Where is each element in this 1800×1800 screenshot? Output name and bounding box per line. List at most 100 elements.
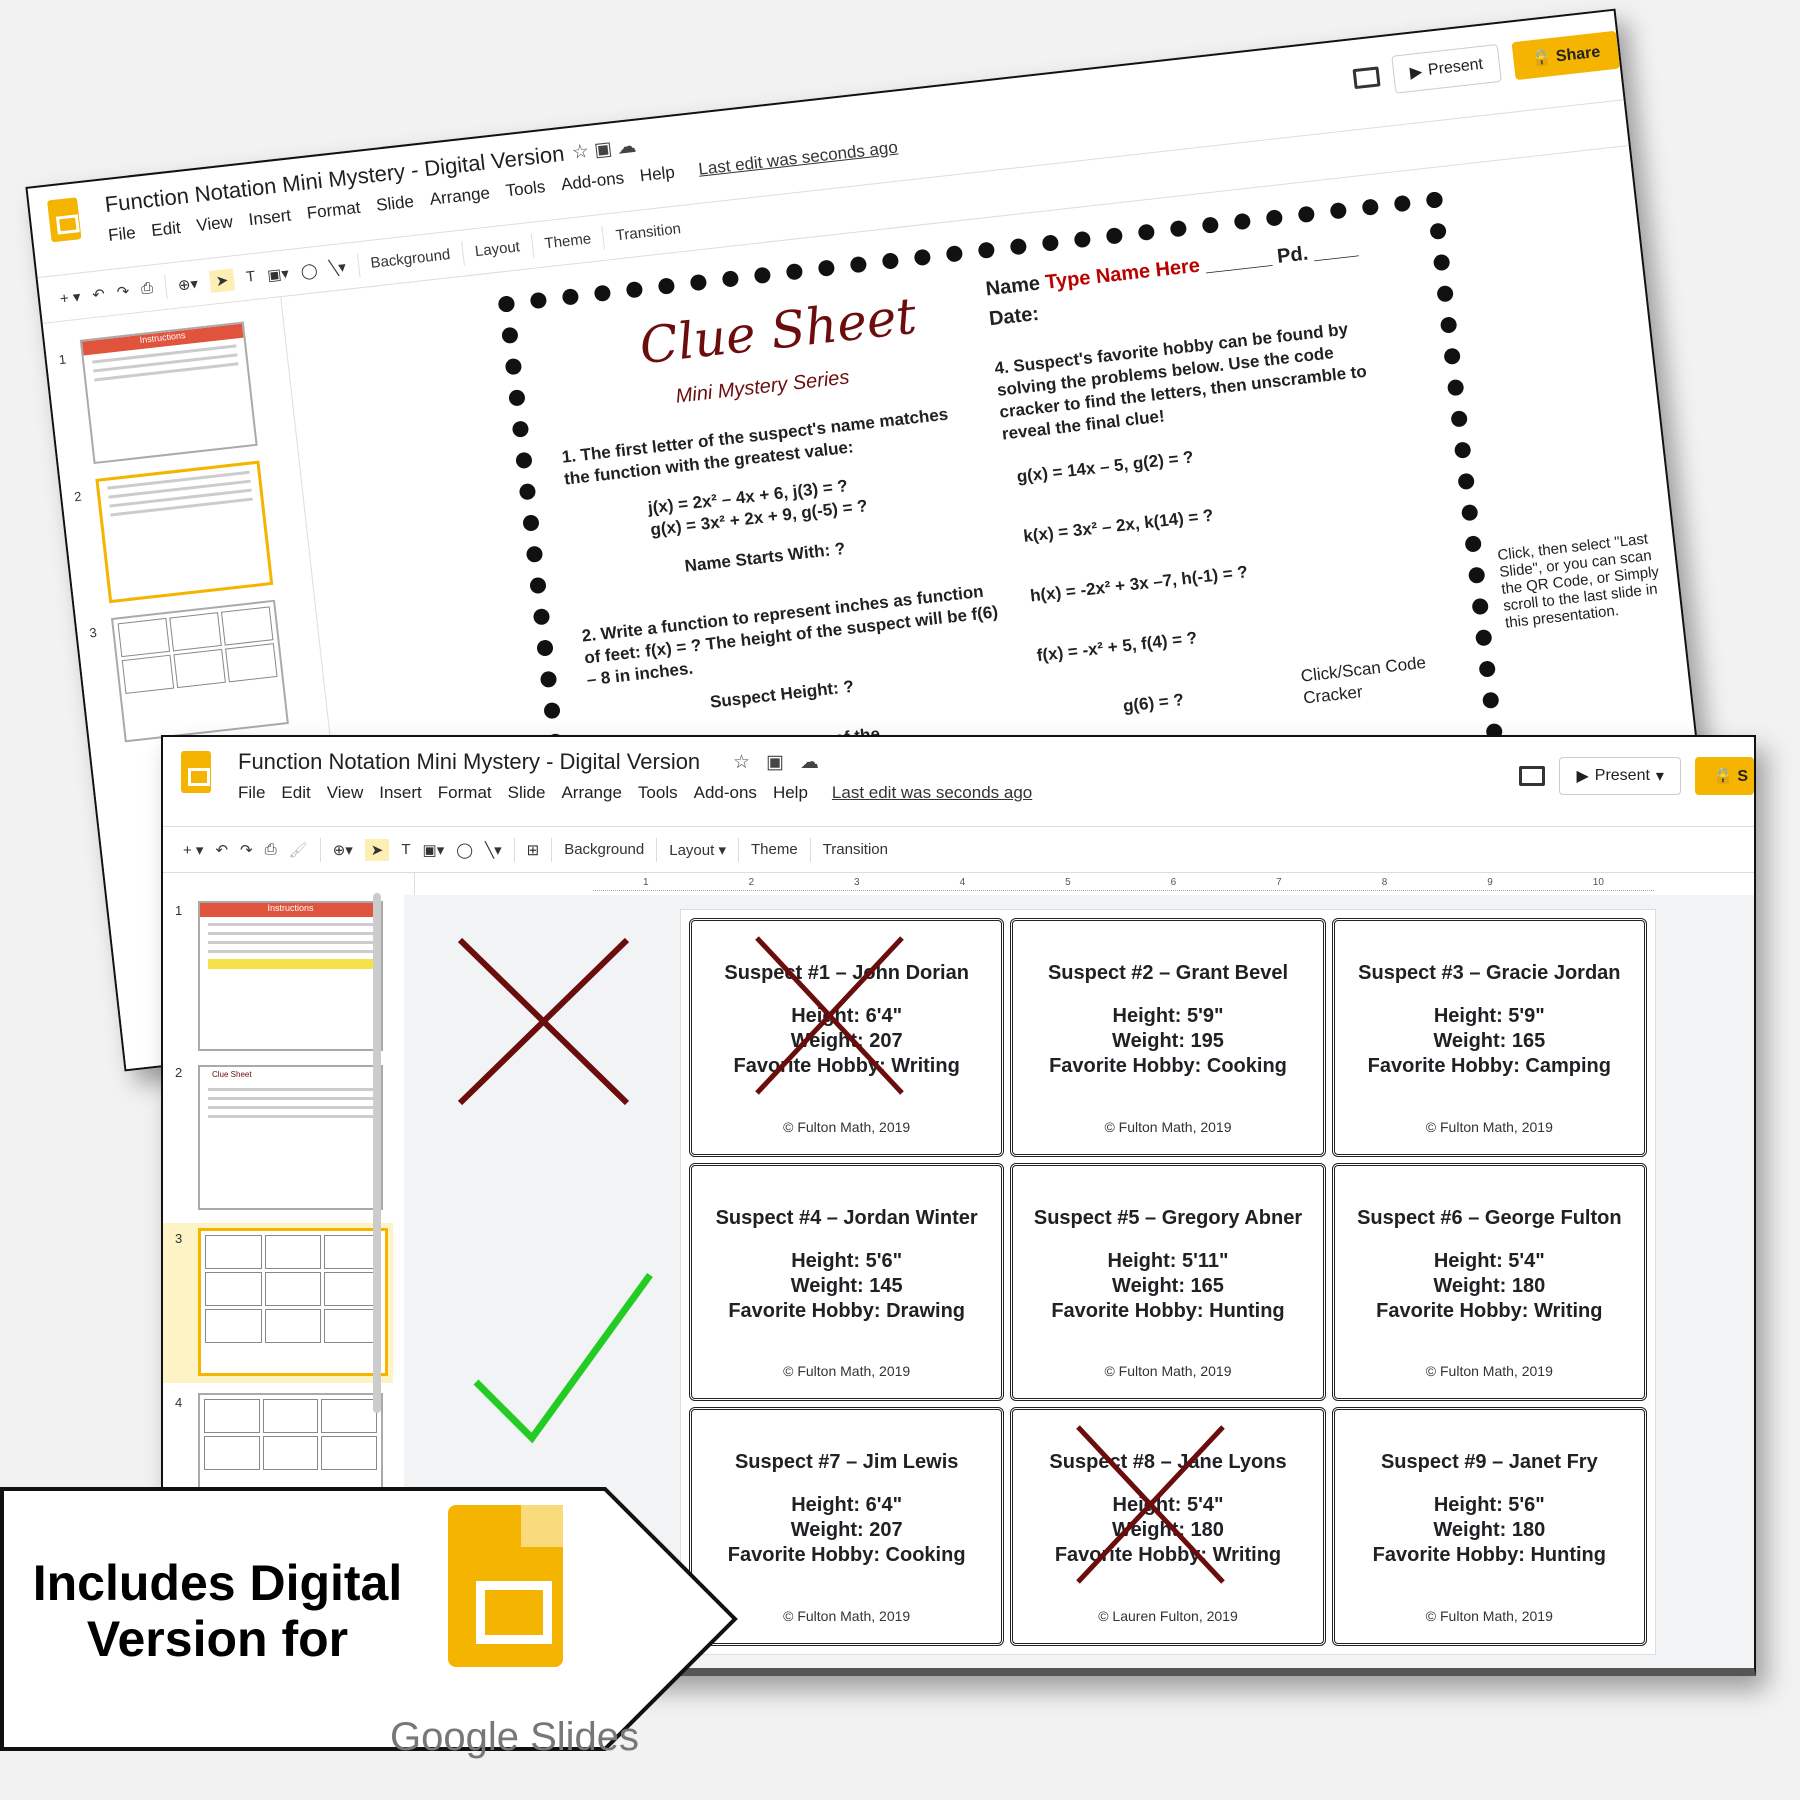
thumb-number: 1 xyxy=(175,903,183,918)
code-cracker-link[interactable]: Click/Scan Code Cracker xyxy=(1300,650,1444,709)
menu-format[interactable]: Format xyxy=(306,198,362,224)
q4-line-c[interactable]: h(x) = -2x² + 3x –7, h(-1) = ? xyxy=(1029,561,1249,607)
menu-slide[interactable]: Slide xyxy=(508,783,546,803)
q4-line-e[interactable]: g(6) = ? xyxy=(1122,689,1185,718)
thumb-title: Clue Sheet xyxy=(212,1070,252,1079)
new-slide-icon[interactable]: + ▾ xyxy=(59,287,81,307)
comment-icon[interactable] xyxy=(1519,766,1546,786)
share-button[interactable]: 🔒 S xyxy=(1694,757,1754,795)
menu-tools[interactable]: Tools xyxy=(638,783,678,803)
q4-line-a[interactable]: g(x) = 14x – 5, g(2) = ? xyxy=(1016,447,1195,489)
menu-edit[interactable]: Edit xyxy=(150,218,181,241)
ruler-tick: 8 xyxy=(1381,877,1388,888)
menu-slide[interactable]: Slide xyxy=(375,192,415,216)
paint-format-icon[interactable]: 🖌 xyxy=(289,841,308,859)
cloud-status-icon[interactable]: ☁ xyxy=(800,751,819,774)
menu-help[interactable]: Help xyxy=(773,783,808,803)
menu-format[interactable]: Format xyxy=(438,783,492,803)
thumbnail-slide-2[interactable] xyxy=(95,460,274,604)
redo-icon[interactable]: ↷ xyxy=(116,282,130,301)
card-height: Height: 5'6" xyxy=(791,1249,903,1272)
menu-view[interactable]: View xyxy=(327,783,364,803)
zoom-icon[interactable]: ⊕▾ xyxy=(333,841,353,859)
layout-button[interactable]: Layout xyxy=(474,238,521,260)
menu-addons[interactable]: Add-ons xyxy=(694,783,757,803)
thumbnail-slide-2[interactable]: Clue Sheet xyxy=(198,1065,383,1210)
select-icon[interactable]: ➤ xyxy=(208,267,236,293)
q1-answer[interactable]: Name Starts With: ? xyxy=(684,538,847,578)
textbox-icon[interactable]: T xyxy=(401,841,410,858)
menu-file[interactable]: File xyxy=(238,783,265,803)
menu-insert[interactable]: Insert xyxy=(248,206,292,231)
q2-answer[interactable]: Suspect Height: ? xyxy=(709,676,855,714)
menu-arrange[interactable]: Arrange xyxy=(561,783,621,803)
ruler-tick: 10 xyxy=(1592,877,1604,888)
thumbnail-slide-3[interactable] xyxy=(198,1228,388,1376)
last-edit-link[interactable]: Last edit was seconds ago xyxy=(832,783,1032,803)
select-icon[interactable]: ➤ xyxy=(364,838,390,861)
card-name: Suspect #9 – Janet Fry xyxy=(1380,1451,1598,1474)
zoom-icon[interactable]: ⊕▾ xyxy=(177,274,199,294)
undo-icon[interactable]: ↶ xyxy=(91,284,105,303)
print-icon[interactable]: ⎙ xyxy=(140,279,154,297)
layout-button[interactable]: Layout ▾ xyxy=(669,841,726,859)
q4-line-b[interactable]: k(x) = 3x² – 2x, k(14) = ? xyxy=(1022,505,1214,548)
q4-line-d[interactable]: f(x) = -x² + 5, f(4) = ? xyxy=(1036,627,1199,667)
present-button[interactable]: ▶ Present ▾ xyxy=(1559,757,1681,795)
menu-arrange[interactable]: Arrange xyxy=(429,183,491,210)
thumbnail-slide-3[interactable] xyxy=(110,599,289,743)
undo-icon[interactable]: ↶ xyxy=(215,841,228,859)
menu-help[interactable]: Help xyxy=(639,163,676,187)
cross-mark-icon xyxy=(1076,1425,1226,1585)
comment-icon[interactable] xyxy=(1352,66,1381,90)
suspect-card: Suspect #3 – Gracie Jordan Height: 5'9" We… xyxy=(1331,918,1647,1157)
ruler-tick: 5 xyxy=(1065,877,1071,888)
background-button[interactable]: Background xyxy=(370,246,451,272)
redo-icon[interactable]: ↷ xyxy=(240,841,253,859)
line-icon[interactable]: ╲▾ xyxy=(328,257,346,277)
star-icon[interactable]: ☆ ▣ ☁ xyxy=(571,135,638,165)
horizontal-ruler: 1 2 3 4 5 6 7 8 9 10 xyxy=(593,877,1654,891)
shape-icon[interactable]: ◯ xyxy=(300,260,319,280)
question-2: 2. Write a function to represent inches … xyxy=(580,581,999,690)
thumbnail-slide-1[interactable]: Instructions xyxy=(198,901,383,1051)
transition-button[interactable]: Transition xyxy=(823,841,888,858)
menu-file[interactable]: File xyxy=(107,223,136,246)
menu-tools[interactable]: Tools xyxy=(505,177,547,201)
menu-addons[interactable]: Add-ons xyxy=(560,168,625,195)
move-folder-icon[interactable]: ▣ xyxy=(766,751,784,774)
doc-title[interactable]: Function Notation Mini Mystery - Digital… xyxy=(238,749,700,775)
present-icon: ▶ xyxy=(1409,63,1424,82)
new-slide-icon[interactable]: + ▾ xyxy=(183,841,203,859)
image-icon[interactable]: ▣▾ xyxy=(266,264,289,284)
pd-label: Pd. xyxy=(1275,242,1310,268)
background-button[interactable]: Background xyxy=(564,841,644,858)
card-hobby: Favorite Hobby: Drawing xyxy=(728,1299,966,1322)
card-hobby: Favorite Hobby: Hunting xyxy=(1051,1299,1285,1322)
menu-view[interactable]: View xyxy=(195,212,234,236)
last-edit-link[interactable]: Last edit was seconds ago xyxy=(697,138,898,180)
line-icon[interactable]: ╲▾ xyxy=(485,841,502,859)
share-button[interactable]: 🔒 Share xyxy=(1511,30,1621,81)
theme-button[interactable]: Theme xyxy=(751,841,798,858)
comment-add-icon[interactable]: ⊞ xyxy=(527,841,540,859)
panel-scrollbar[interactable] xyxy=(373,893,381,1413)
card-weight: Weight: 165 xyxy=(1112,1274,1224,1297)
theme-button[interactable]: Theme xyxy=(544,230,592,252)
image-icon[interactable]: ▣▾ xyxy=(423,841,445,859)
present-button[interactable]: ▶ Present xyxy=(1390,43,1503,94)
print-icon[interactable]: ⎙ xyxy=(265,841,277,858)
menu-insert[interactable]: Insert xyxy=(379,783,422,803)
present-label: Present xyxy=(1427,55,1484,79)
transition-button[interactable]: Transition xyxy=(615,220,682,244)
card-name: Suspect #7 – Jim Lewis xyxy=(734,1451,959,1474)
promo-line-1: Includes Digital xyxy=(32,1555,403,1611)
thumbnail-slide-1[interactable]: Instructions xyxy=(79,321,258,465)
thumb-number: 2 xyxy=(175,1065,183,1080)
card-name: Suspect #3 – Gracie Jordan xyxy=(1358,962,1621,984)
shape-icon[interactable]: ◯ xyxy=(456,841,473,859)
menu-edit[interactable]: Edit xyxy=(281,783,310,803)
star-icon[interactable]: ☆ xyxy=(733,751,750,774)
name-field[interactable]: Type Name Here xyxy=(1044,255,1201,294)
textbox-icon[interactable]: T xyxy=(245,268,256,286)
